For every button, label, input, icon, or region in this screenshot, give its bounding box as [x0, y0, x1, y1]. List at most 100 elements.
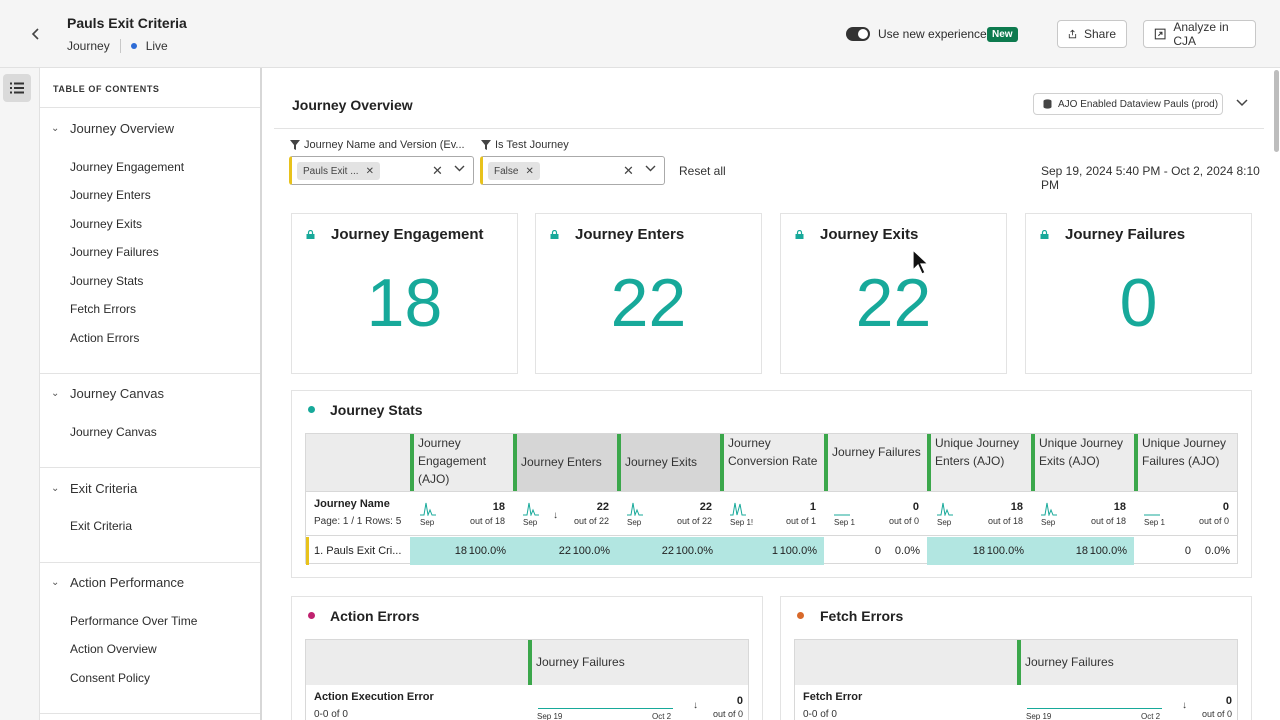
analyze-in-cja-button[interactable]: Analyze in CJA	[1143, 20, 1256, 48]
column-summary: Sep 1 0 out of 0	[1134, 492, 1237, 537]
chevron-down-icon[interactable]	[645, 164, 656, 175]
chevron-down-icon[interactable]	[1236, 96, 1248, 110]
column-header[interactable]: Unique Journey Failures (AJO)	[1134, 434, 1237, 491]
reset-all-button[interactable]: Reset all	[679, 164, 726, 178]
sort-down-icon[interactable]: ↓	[693, 700, 698, 711]
filter-chip[interactable]: Pauls Exit ... ✕	[297, 162, 380, 180]
back-arrow-icon[interactable]	[26, 24, 46, 44]
sparkline-icon	[834, 514, 850, 516]
column-header[interactable]: Unique Journey Enters (AJO)	[927, 434, 1031, 491]
toc-section-label: Exit Criteria	[70, 481, 138, 496]
chevron-down-icon[interactable]	[454, 164, 465, 175]
column-label: Unique Journey Exits (AJO)	[1039, 436, 1124, 468]
sort-down-icon[interactable]: ↓	[553, 510, 558, 521]
share-label: Share	[1083, 27, 1116, 41]
column-bar	[513, 434, 517, 491]
toc-section-label: Action Performance	[70, 575, 185, 590]
dataview-selector[interactable]: AJO Enabled Dataview Pauls (prod)	[1033, 93, 1223, 115]
toc-item[interactable]: Journey Enters	[70, 188, 151, 202]
lock-icon	[795, 230, 804, 239]
column-header[interactable]: Journey Conversion Rate	[720, 434, 824, 491]
cell-value: 18	[454, 545, 467, 557]
toc-item[interactable]: Exit Criteria	[70, 519, 132, 533]
column-header[interactable]: Journey Failures	[824, 434, 927, 491]
toc-item[interactable]: Performance Over Time	[70, 614, 197, 628]
sort-down-icon[interactable]: ↓	[1182, 700, 1187, 711]
close-icon[interactable]: ✕	[366, 166, 374, 177]
column-summary: Sep ↓ 22 out of 22	[513, 492, 617, 537]
divider	[40, 562, 260, 563]
date-range[interactable]: Sep 19, 2024 5:40 PM - Oct 2, 2024 8:10 …	[1041, 164, 1280, 192]
filter-label-text: Is Test Journey	[495, 139, 569, 151]
column-label: Journey Conversion Rate	[728, 436, 818, 468]
column-header[interactable]: Unique Journey Exits (AJO)	[1031, 434, 1134, 491]
spark-start-label: Sep 19	[1026, 712, 1052, 720]
toc-item[interactable]: Journey Exits	[70, 217, 142, 231]
kpi-card-journey-enters: Journey Enters 22	[535, 213, 762, 374]
is-test-journey-filter[interactable]: False ✕ ✕	[480, 156, 665, 185]
toc-item[interactable]: Journey Engagement	[70, 160, 184, 174]
toc-section-journey-overview[interactable]: ⌄ Journey Overview	[51, 121, 174, 136]
filter-chip[interactable]: False ✕	[488, 162, 540, 180]
panel-title: Action Errors	[330, 608, 420, 624]
chevron-down-icon: ⌄	[51, 388, 60, 399]
toc-item[interactable]: Journey Canvas	[70, 425, 157, 439]
column-header[interactable]: Journey Exits	[617, 434, 720, 491]
cell-value: 0	[874, 545, 881, 557]
toc-section-action-performance[interactable]: ⌄ Action Performance	[51, 575, 184, 590]
row-header[interactable]: Action Execution Error	[314, 691, 434, 703]
table-header: Journey Failures	[306, 640, 748, 685]
cursor-icon	[912, 249, 930, 275]
kpi-value: 22	[610, 265, 687, 341]
close-icon[interactable]: ✕	[432, 163, 443, 179]
chip-label: Pauls Exit ...	[303, 165, 359, 177]
sparkline-icon	[627, 502, 643, 516]
divider	[40, 373, 260, 374]
kpi-card-journey-engagement: Journey Engagement 18	[291, 213, 518, 374]
toc-list-icon[interactable]	[3, 74, 31, 102]
total-value: 18	[1113, 501, 1126, 513]
share-button[interactable]: Share	[1057, 20, 1127, 48]
section-title: Journey Overview	[292, 97, 413, 113]
toc-item[interactable]: Fetch Errors	[70, 302, 136, 316]
toc-item[interactable]: Journey Stats	[70, 274, 143, 288]
cell-percent: 100.0%	[572, 545, 610, 557]
row-header[interactable]: Journey Name	[314, 498, 390, 510]
toc-section-exit-criteria[interactable]: ⌄ Exit Criteria	[51, 481, 137, 496]
toc-item[interactable]: Action Overview	[70, 642, 157, 656]
table-row[interactable]: 1. Pauls Exit Cri... 18 100.0% 22 100.0% 2…	[306, 537, 1237, 565]
dataview-icon	[1043, 99, 1052, 109]
toc-item[interactable]: Action Errors	[70, 331, 139, 345]
new-experience-toggle[interactable]	[846, 27, 870, 41]
kpi-value: 22	[855, 265, 932, 341]
column-label[interactable]: Journey Failures	[536, 655, 625, 669]
cell-value: 18	[1075, 545, 1088, 557]
row-header[interactable]: Fetch Error	[803, 691, 862, 703]
lock-icon	[306, 230, 315, 239]
spark-start-label: Sep 19	[537, 712, 563, 720]
column-label[interactable]: Journey Failures	[1025, 655, 1114, 669]
scrollbar[interactable]	[1274, 70, 1279, 152]
close-icon[interactable]: ✕	[525, 166, 533, 177]
sparkline-icon	[420, 502, 436, 516]
toc-section-journey-canvas[interactable]: ⌄ Journey Canvas	[51, 386, 164, 401]
live-status: Live	[145, 39, 168, 53]
close-icon[interactable]: ✕	[623, 163, 634, 179]
left-rail	[0, 68, 40, 720]
filter-label: Journey Name and Version (Ev...	[289, 139, 465, 151]
page-title: Pauls Exit Criteria	[67, 15, 187, 31]
column-header[interactable]: Journey Enters	[513, 434, 617, 491]
chevron-down-icon: ⌄	[51, 577, 60, 588]
journey-name-filter[interactable]: Pauls Exit ... ✕ ✕	[289, 156, 474, 185]
toc-item[interactable]: Journey Failures	[70, 245, 159, 259]
table-header: Journey Failures	[795, 640, 1237, 685]
kpi-value: 18	[366, 265, 443, 341]
table-cell: 0 0.0%	[824, 537, 927, 565]
total-out-of: out of 0	[712, 709, 743, 719]
toc-item[interactable]: Consent Policy	[70, 671, 150, 685]
row-name[interactable]: 1. Pauls Exit Cri...	[314, 545, 401, 557]
table-cell: 22 100.0%	[513, 537, 617, 565]
column-header[interactable]: Journey Engagement (AJO)	[410, 434, 513, 491]
spark-label: Sep	[627, 518, 642, 527]
sparkline-icon	[937, 502, 953, 516]
